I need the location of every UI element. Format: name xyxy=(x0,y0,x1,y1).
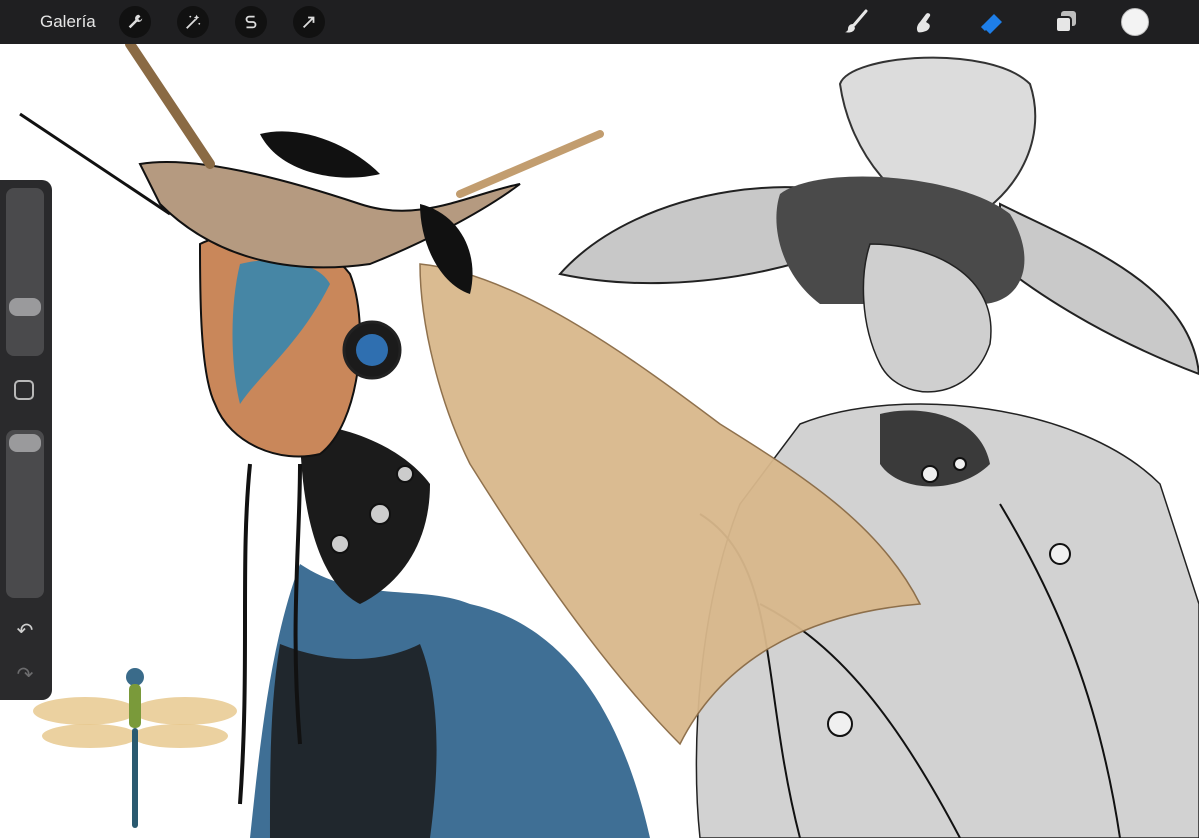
layers-icon[interactable] xyxy=(1052,8,1080,36)
transform-arrow-icon[interactable] xyxy=(293,6,325,38)
opacity-thumb[interactable] xyxy=(9,434,41,452)
color-picker-swatch[interactable] xyxy=(1121,8,1149,36)
brush-size-thumb[interactable] xyxy=(9,298,41,316)
square-icon[interactable] xyxy=(14,380,34,400)
wrench-icon[interactable] xyxy=(119,6,151,38)
eraser-icon[interactable] xyxy=(978,8,1006,36)
dragonfly-reference xyxy=(33,668,237,828)
magic-wand-icon[interactable] xyxy=(177,6,209,38)
top-toolbar: Galería xyxy=(0,0,1199,44)
brush-size-slider[interactable] xyxy=(6,188,44,356)
opacity-slider[interactable] xyxy=(6,430,44,598)
brush-icon[interactable] xyxy=(842,8,870,36)
smudge-icon[interactable] xyxy=(910,8,938,36)
undo-icon[interactable]: ↶ xyxy=(12,620,38,642)
redo-icon[interactable]: ↷ xyxy=(12,664,38,686)
drawing-canvas[interactable] xyxy=(0,44,1199,838)
artwork xyxy=(19,44,1199,838)
gallery-button[interactable]: Galería xyxy=(40,12,96,32)
selection-s-icon[interactable] xyxy=(235,6,267,38)
left-sidebar: ↶ ↷ xyxy=(0,180,52,700)
